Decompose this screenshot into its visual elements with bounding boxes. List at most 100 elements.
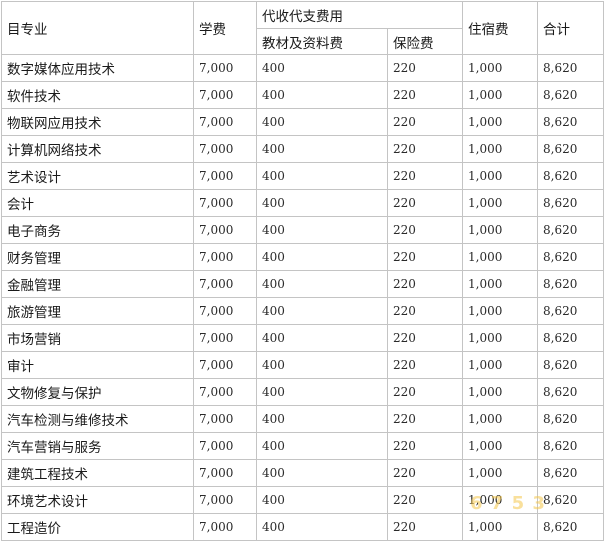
cell-books: 400 [256, 216, 388, 244]
table-row: 软件技术 7,000 400 220 1,000 8,620 [1, 81, 604, 109]
cell-insurance: 220 [387, 189, 463, 217]
cell-tuition: 7,000 [193, 54, 257, 82]
table-row: 文物修复与保护 7,000 400 220 1,000 8,620 [1, 378, 604, 406]
cell-tuition: 7,000 [193, 405, 257, 433]
cell-total: 8,620 [537, 405, 604, 433]
header-insurance: 保险费 [387, 28, 463, 55]
table-header: 目专业 学费 代收代支费用 住宿费 合计 教材及资料费 保险费 [1, 1, 604, 55]
cell-books: 400 [256, 297, 388, 325]
cell-books: 400 [256, 486, 388, 514]
header-total: 合计 [537, 1, 604, 55]
cell-insurance: 220 [387, 270, 463, 298]
cell-major: 建筑工程技术 [1, 459, 194, 487]
table-row: 汽车营销与服务 7,000 400 220 1,000 8,620 [1, 432, 604, 460]
cell-major: 旅游管理 [1, 297, 194, 325]
cell-total: 8,620 [537, 297, 604, 325]
cell-insurance: 220 [387, 513, 463, 541]
table-row: 旅游管理 7,000 400 220 1,000 8,620 [1, 297, 604, 325]
cell-books: 400 [256, 324, 388, 352]
cell-books: 400 [256, 108, 388, 136]
cell-books: 400 [256, 513, 388, 541]
header-major: 目专业 [1, 1, 194, 55]
cell-dorm: 1,000 [462, 108, 538, 136]
cell-insurance: 220 [387, 135, 463, 163]
cell-total: 8,620 [537, 324, 604, 352]
header-dorm: 住宿费 [462, 1, 538, 55]
cell-total: 8,620 [537, 108, 604, 136]
cell-books: 400 [256, 81, 388, 109]
cell-tuition: 7,000 [193, 270, 257, 298]
cell-major: 艺术设计 [1, 162, 194, 190]
cell-total: 8,620 [537, 513, 604, 541]
cell-total: 8,620 [537, 81, 604, 109]
cell-insurance: 220 [387, 108, 463, 136]
cell-major: 数字媒体应用技术 [1, 54, 194, 82]
cell-tuition: 7,000 [193, 432, 257, 460]
cell-total: 8,620 [537, 135, 604, 163]
cell-books: 400 [256, 405, 388, 433]
cell-dorm: 1,000 [462, 351, 538, 379]
cell-dorm: 1,000 [462, 486, 538, 514]
table-body: 数字媒体应用技术 7,000 400 220 1,000 8,620 软件技术 7,000 40… [1, 54, 604, 541]
cell-dorm: 1,000 [462, 216, 538, 244]
cell-total: 8,620 [537, 189, 604, 217]
cell-major: 文物修复与保护 [1, 378, 194, 406]
cell-tuition: 7,000 [193, 162, 257, 190]
cell-dorm: 1,000 [462, 54, 538, 82]
table-row: 计算机网络技术 7,000 400 220 1,000 8,620 [1, 135, 604, 163]
cell-major: 环境艺术设计 [1, 486, 194, 514]
cell-dorm: 1,000 [462, 459, 538, 487]
cell-dorm: 1,000 [462, 243, 538, 271]
cell-insurance: 220 [387, 486, 463, 514]
cell-dorm: 1,000 [462, 405, 538, 433]
cell-tuition: 7,000 [193, 486, 257, 514]
cell-total: 8,620 [537, 243, 604, 271]
cell-major: 金融管理 [1, 270, 194, 298]
cell-insurance: 220 [387, 405, 463, 433]
cell-tuition: 7,000 [193, 324, 257, 352]
cell-insurance: 220 [387, 162, 463, 190]
cell-tuition: 7,000 [193, 351, 257, 379]
cell-total: 8,620 [537, 351, 604, 379]
cell-books: 400 [256, 270, 388, 298]
cell-tuition: 7,000 [193, 243, 257, 271]
header-collected-fees: 代收代支费用 [256, 1, 463, 29]
table-row: 工程造价 7,000 400 220 1,000 8,620 [1, 513, 604, 541]
cell-dorm: 1,000 [462, 378, 538, 406]
cell-dorm: 1,000 [462, 189, 538, 217]
cell-insurance: 220 [387, 216, 463, 244]
cell-dorm: 1,000 [462, 270, 538, 298]
cell-insurance: 220 [387, 324, 463, 352]
cell-insurance: 220 [387, 297, 463, 325]
table-row: 财务管理 7,000 400 220 1,000 8,620 [1, 243, 604, 271]
cell-dorm: 1,000 [462, 324, 538, 352]
fee-table: 目专业 学费 代收代支费用 住宿费 合计 教材及资料费 保险费 数字媒体应用技术… [1, 1, 604, 541]
cell-insurance: 220 [387, 81, 463, 109]
cell-books: 400 [256, 459, 388, 487]
cell-major: 审计 [1, 351, 194, 379]
cell-tuition: 7,000 [193, 189, 257, 217]
cell-dorm: 1,000 [462, 297, 538, 325]
cell-major: 物联网应用技术 [1, 108, 194, 136]
table-row: 会计 7,000 400 220 1,000 8,620 [1, 189, 604, 217]
cell-dorm: 1,000 [462, 135, 538, 163]
table-row: 艺术设计 7,000 400 220 1,000 8,620 [1, 162, 604, 190]
cell-tuition: 7,000 [193, 513, 257, 541]
cell-books: 400 [256, 135, 388, 163]
cell-books: 400 [256, 378, 388, 406]
cell-tuition: 7,000 [193, 378, 257, 406]
cell-total: 8,620 [537, 162, 604, 190]
table-row: 电子商务 7,000 400 220 1,000 8,620 [1, 216, 604, 244]
table-row: 市场营销 7,000 400 220 1,000 8,620 [1, 324, 604, 352]
cell-major: 软件技术 [1, 81, 194, 109]
cell-tuition: 7,000 [193, 108, 257, 136]
cell-total: 8,620 [537, 270, 604, 298]
table-row: 物联网应用技术 7,000 400 220 1,000 8,620 [1, 108, 604, 136]
cell-tuition: 7,000 [193, 81, 257, 109]
table-row: 审计 7,000 400 220 1,000 8,620 [1, 351, 604, 379]
cell-major: 汽车检测与维修技术 [1, 405, 194, 433]
cell-major: 汽车营销与服务 [1, 432, 194, 460]
cell-major: 工程造价 [1, 513, 194, 541]
cell-dorm: 1,000 [462, 432, 538, 460]
cell-total: 8,620 [537, 432, 604, 460]
